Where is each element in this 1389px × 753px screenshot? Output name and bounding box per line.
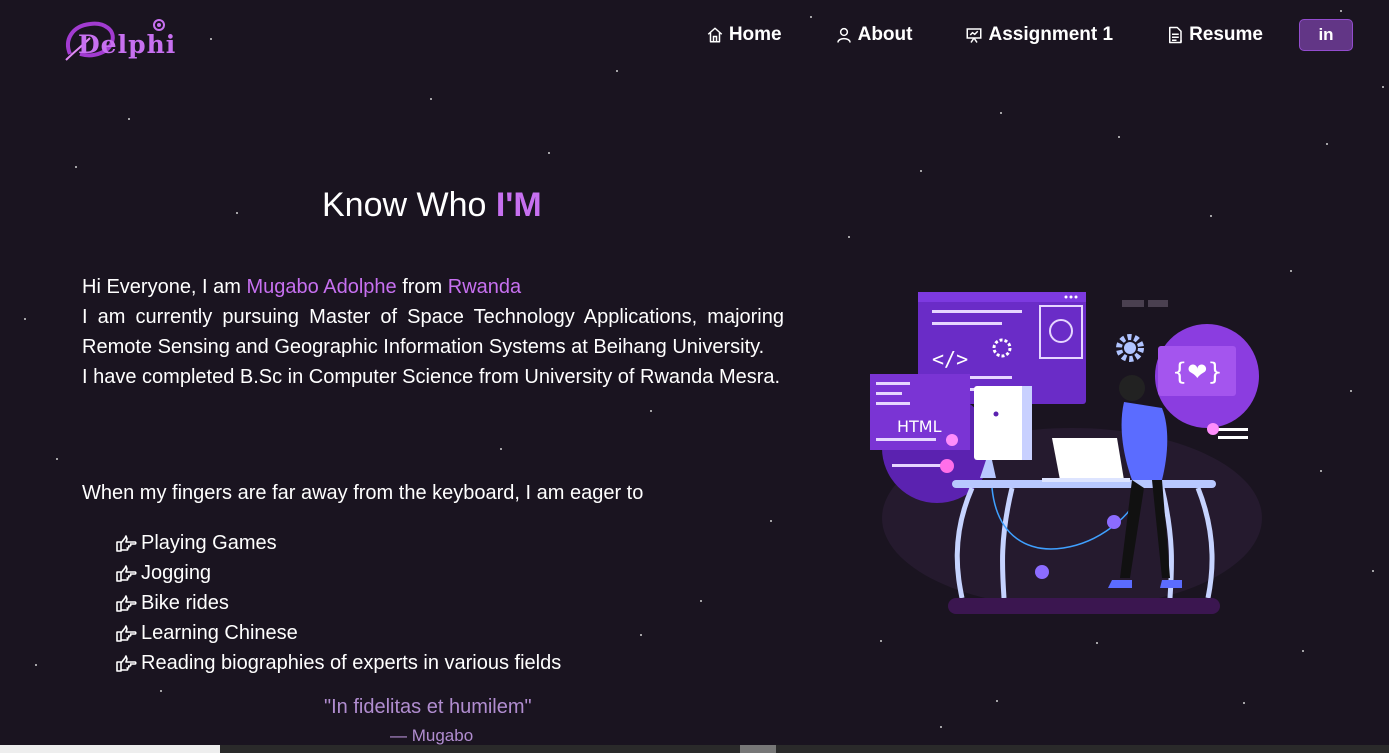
title-prefix: Know Who bbox=[322, 186, 487, 224]
bottom-scroll-strip bbox=[0, 745, 1389, 753]
hobby-label: Learning Chinese bbox=[141, 621, 298, 644]
intro-from: from bbox=[402, 276, 443, 298]
nav-assignment-1[interactable]: Assignment 1 bbox=[965, 24, 1113, 46]
logo-text: Delphi bbox=[78, 30, 177, 59]
main-navigation: Home About Assignment 1 Resume in bbox=[653, 19, 1353, 51]
pointing-hand-icon bbox=[116, 655, 137, 672]
list-item: Learning Chinese bbox=[115, 618, 561, 648]
degree-line: I have completed B.Sc in Computer Scienc… bbox=[82, 366, 781, 388]
code-tag-label: </> bbox=[932, 347, 968, 371]
nav-resume-label: Resume bbox=[1189, 24, 1263, 45]
developer-illustration: </> HTML {❤} bbox=[870, 292, 1262, 614]
hobbies-intro: When my fingers are far away from the ke… bbox=[82, 482, 644, 504]
nav-home-label: Home bbox=[728, 24, 782, 45]
hobby-label: Bike rides bbox=[141, 591, 229, 614]
presentation-icon bbox=[966, 28, 982, 43]
list-item: Reading biographies of experts in variou… bbox=[115, 648, 561, 678]
intro-text: Hi Everyone, I am bbox=[82, 276, 241, 298]
nav-about[interactable]: About bbox=[835, 24, 913, 46]
hobbies-list: Playing Games Jogging Bike rides Learnin… bbox=[115, 528, 561, 678]
intro-line: Hi Everyone, I am Mugabo Adolphe from Rw… bbox=[82, 272, 784, 302]
quote-author: — Mugabo bbox=[390, 726, 474, 745]
nav-resume[interactable]: Resume bbox=[1166, 24, 1263, 46]
hobby-label: Playing Games bbox=[141, 531, 277, 554]
hobby-label: Reading biographies of experts in variou… bbox=[141, 651, 562, 674]
scroll-thumb[interactable] bbox=[740, 745, 776, 753]
pointing-hand-icon bbox=[116, 565, 137, 582]
brand-logo[interactable]: Delphi bbox=[60, 16, 175, 66]
list-item: Jogging bbox=[115, 558, 561, 588]
hobby-label: Jogging bbox=[141, 561, 212, 584]
title-accent: I'M bbox=[495, 186, 542, 224]
pointing-hand-icon bbox=[116, 625, 137, 642]
bio-paragraph: Hi Everyone, I am Mugabo Adolphe from Rw… bbox=[82, 272, 784, 392]
pointing-hand-icon bbox=[116, 535, 137, 552]
page-title: Know Who I'M bbox=[322, 186, 542, 225]
heart-code-label: {❤} bbox=[1172, 358, 1223, 386]
author-country: Rwanda bbox=[447, 276, 522, 298]
pointing-hand-icon bbox=[116, 595, 137, 612]
linkedin-button[interactable]: in bbox=[1299, 19, 1353, 51]
document-icon bbox=[1169, 26, 1182, 44]
study-line: I am currently pursuing Master of Space … bbox=[82, 306, 784, 358]
list-item: Bike rides bbox=[115, 588, 561, 618]
user-icon bbox=[836, 27, 851, 43]
home-icon bbox=[707, 27, 723, 43]
list-item: Playing Games bbox=[115, 528, 561, 558]
nav-assignment-1-label: Assignment 1 bbox=[988, 24, 1114, 45]
quote-text: "In fidelitas et humilem" bbox=[324, 696, 532, 718]
author-name: Mugabo Adolphe bbox=[246, 276, 397, 298]
strip-left-segment bbox=[0, 745, 220, 753]
html-label: HTML bbox=[897, 417, 942, 436]
nav-home[interactable]: Home bbox=[706, 24, 782, 46]
nav-about-label: About bbox=[857, 24, 913, 45]
